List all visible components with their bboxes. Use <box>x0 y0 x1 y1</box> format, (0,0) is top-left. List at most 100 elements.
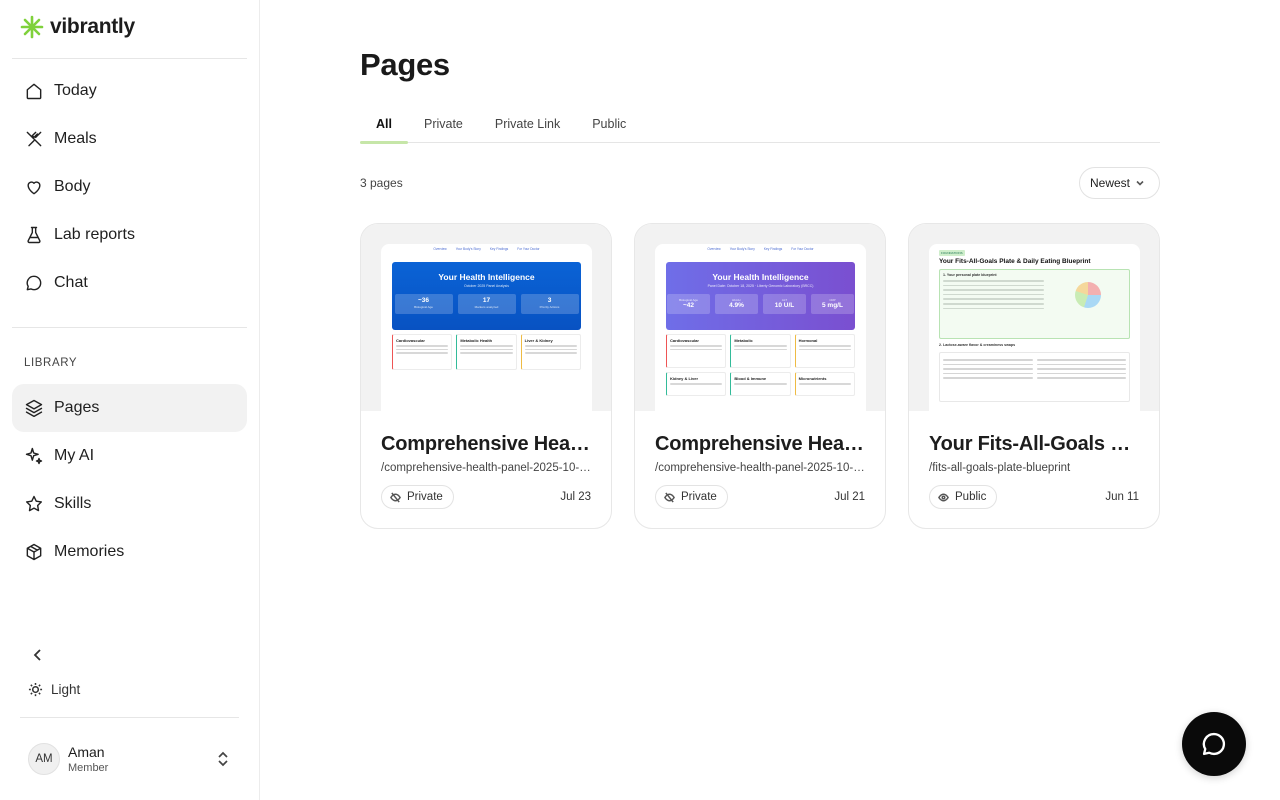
card-slug: /comprehensive-health-panel-2025-10-18 <box>381 462 591 474</box>
thumb-section-title: 1. Your personal plate blueprint <box>943 273 997 277</box>
nav-item-chat[interactable]: Chat <box>12 259 247 307</box>
thumb-pie <box>1075 282 1101 308</box>
tab-private[interactable]: Private <box>408 104 479 143</box>
thumb-nav-item: Your Body's Story <box>455 247 481 251</box>
thumb-cell: Metabolic Health <box>456 334 517 370</box>
nav-item-meals[interactable]: Meals <box>12 115 247 163</box>
page-card[interactable]: Overview Your Body's Story Key Findings … <box>360 223 612 529</box>
nav-item-pages[interactable]: Pages <box>12 384 247 432</box>
thumb-nav-item: Your Body's Story <box>729 247 755 251</box>
thumbnail-preview: FOUNDATIONS Your Fits-All-Goals Plate & … <box>929 244 1140 411</box>
card-thumbnail: Overview Your Body's Story Key Findings … <box>635 224 885 411</box>
visibility-badge: Public <box>929 485 998 509</box>
nav-item-skills[interactable]: Skills <box>12 480 247 528</box>
thumbnail-preview: Overview Your Body's Story Key Findings … <box>381 244 592 411</box>
visibility-tabs: All Private Private Link Public <box>360 104 1160 144</box>
flask-icon <box>27 226 41 244</box>
thumb-hero-title: Your Health Intelligence <box>438 272 535 282</box>
thumb-stat: Biological Age ~42 <box>667 294 710 314</box>
theme-label: Light <box>51 682 81 697</box>
thumb-hero: Your Health Intelligence October 2025 Pa… <box>392 262 581 330</box>
visibility-label: Private <box>407 491 443 503</box>
card-thumbnail: FOUNDATIONS Your Fits-All-Goals Plate & … <box>909 224 1159 411</box>
nav-item-lab-reports[interactable]: Lab reports <box>12 211 247 259</box>
open-chat-button[interactable] <box>1182 712 1246 776</box>
tab-all[interactable]: All <box>360 104 408 144</box>
page-title: Pages <box>360 47 450 82</box>
tab-private-link[interactable]: Private Link <box>479 104 576 143</box>
thumb-nav-item: For Your Doctor <box>517 247 540 251</box>
chevron-left-icon <box>33 649 41 661</box>
thumbnail-preview: Overview Your Body's Story Key Findings … <box>655 244 866 411</box>
nav-label: Memories <box>54 543 125 560</box>
collapse-sidebar-button[interactable] <box>28 645 48 665</box>
cube-icon <box>26 543 42 561</box>
sort-dropdown[interactable]: Newest <box>1079 167 1160 199</box>
library-section-label: LIBRARY <box>24 357 78 369</box>
thumb-heading: Your Fits-All-Goals Plate & Daily Eating… <box>939 258 1091 265</box>
chevron-down-icon <box>1136 180 1144 186</box>
visibility-badge: Private <box>655 485 728 509</box>
thumb-stat: 3 Priority Actions <box>520 294 579 314</box>
thumb-hero-title: Your Health Intelligence <box>712 272 809 282</box>
primary-nav: Today Meals Body Lab reports Chat <box>12 67 247 307</box>
brand-name: vibrantly <box>50 15 135 38</box>
thumb-hero-sub: Panel Date: October 18, 2025 · Liberty G… <box>707 284 814 288</box>
sidebar-divider <box>12 58 247 59</box>
nav-item-body[interactable]: Body <box>12 163 247 211</box>
thumb-stat: HbA1c 4.9% <box>715 294 758 314</box>
nav-label: Pages <box>54 399 100 416</box>
sidebar-divider <box>12 327 247 328</box>
page-card[interactable]: Overview Your Body's Story Key Findings … <box>634 223 886 529</box>
thumb-cell: Liver & Kidney <box>520 334 581 370</box>
user-menu[interactable]: AM Aman Member <box>28 740 240 778</box>
thumb-cell: Kidney & Liver <box>666 372 727 396</box>
thumb-swap-table <box>939 352 1130 402</box>
thumb-nav-item: Key Findings <box>763 247 783 251</box>
card-title: Comprehensive Health Panel <box>381 433 591 455</box>
thumb-cell: Cardiovascular <box>666 334 727 368</box>
layers-icon <box>25 399 43 418</box>
thumb-stat: ALT 10 U/L <box>763 294 806 314</box>
nav-label: My AI <box>54 447 95 464</box>
sort-label: Newest <box>1090 176 1131 190</box>
utensils-icon <box>26 131 42 147</box>
visibility-badge: Private <box>381 485 454 509</box>
chat-bubble-icon <box>26 275 42 291</box>
nav-label: Today <box>54 82 97 99</box>
theme-toggle[interactable]: Light <box>28 682 80 697</box>
nav-item-my-ai[interactable]: My AI <box>12 432 247 480</box>
thumb-cell: Cardiovascular <box>392 334 453 370</box>
star-icon <box>25 495 43 512</box>
card-date: Jun 11 <box>1105 491 1139 503</box>
brand-logo[interactable]: vibrantly <box>20 14 135 40</box>
thumb-nav: Overview Your Body's Story Key Findings … <box>655 244 866 255</box>
eye-off-icon <box>664 491 675 503</box>
card-date: Jul 23 <box>560 491 591 503</box>
visibility-label: Public <box>955 491 987 503</box>
user-name: Aman <box>68 744 105 760</box>
card-title: Your Fits-All-Goals Plate & Daily Eating… <box>929 433 1139 455</box>
card-title: Comprehensive Health Panel <box>655 433 865 455</box>
thumb-cell: Blood & Immune <box>730 372 791 396</box>
avatar: AM <box>28 743 60 775</box>
card-slug: /comprehensive-health-panel-2025-10-18 <box>655 462 865 474</box>
nav-label: Body <box>54 178 91 195</box>
nav-label: Chat <box>54 274 88 291</box>
tab-public[interactable]: Public <box>576 104 642 143</box>
sparkle-logo-icon <box>20 15 44 39</box>
user-menu-chevron <box>216 751 230 772</box>
thumb-section-title: 2. Lactose-aware flavor & creaminess swa… <box>939 343 1016 347</box>
thumb-section-box: 1. Your personal plate blueprint <box>939 269 1130 339</box>
sidebar: vibrantly Today Meals Body Lab reports C… <box>0 0 260 800</box>
user-role: Member <box>68 762 109 774</box>
nav-label: Meals <box>54 130 97 147</box>
sparkles-icon <box>25 447 43 465</box>
page-card[interactable]: FOUNDATIONS Your Fits-All-Goals Plate & … <box>908 223 1160 529</box>
nav-item-today[interactable]: Today <box>12 67 247 115</box>
card-date: Jul 21 <box>834 491 865 503</box>
heart-icon <box>27 181 41 195</box>
thumb-nav: Overview Your Body's Story Key Findings … <box>381 244 592 255</box>
chevron-up-down-icon <box>218 751 228 767</box>
nav-item-memories[interactable]: Memories <box>12 528 247 576</box>
